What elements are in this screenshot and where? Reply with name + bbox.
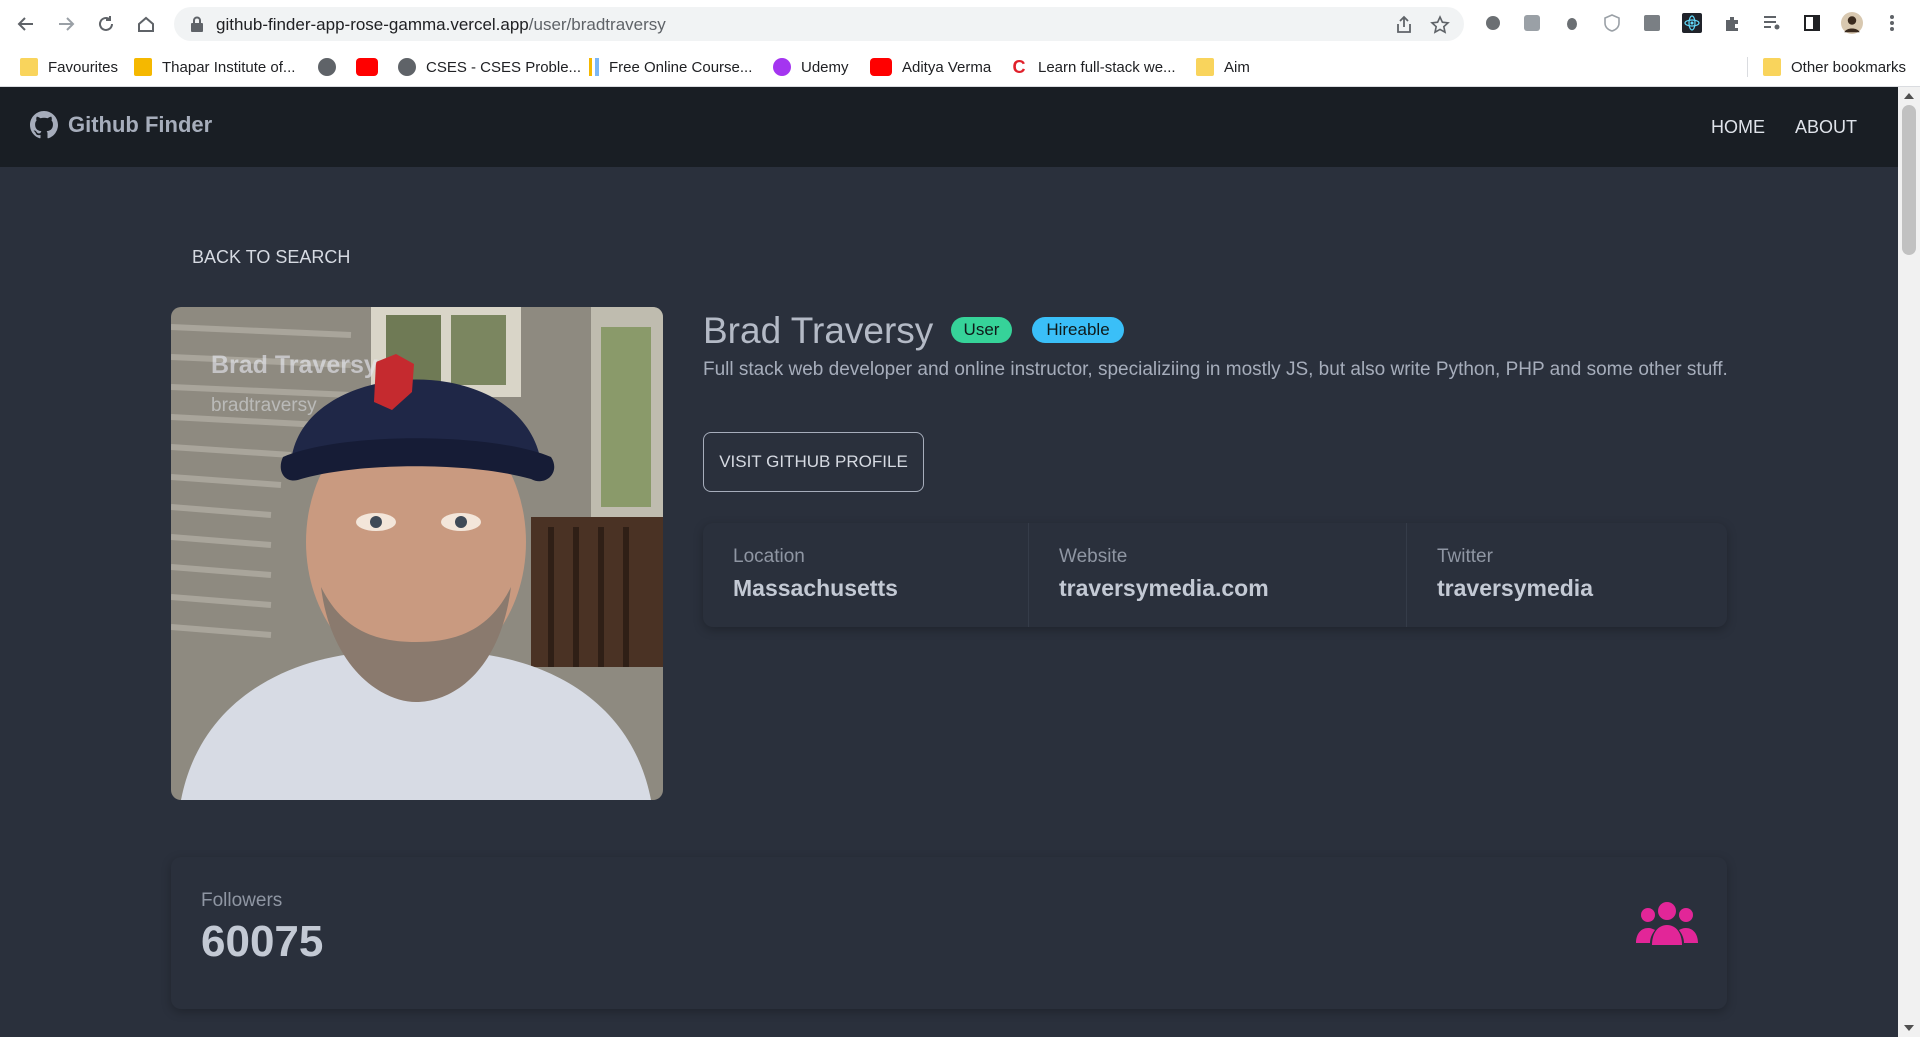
bookmark-label: Udemy: [801, 58, 849, 76]
bookmarks-divider: [1747, 57, 1748, 77]
scroll-up-arrow-icon[interactable]: [1904, 93, 1914, 99]
extension-bug-icon[interactable]: [1561, 12, 1583, 34]
folder-icon: [1763, 58, 1781, 76]
bookmark-label: Favourites: [48, 58, 119, 76]
browser-toolbar: github-finder-app-rose-gamma.vercel.app/…: [0, 0, 1920, 47]
brand-logo-link[interactable]: Github Finder: [30, 111, 212, 139]
extension-brain-icon[interactable]: [1482, 12, 1504, 34]
profile-avatar[interactable]: [1841, 12, 1863, 34]
visit-github-profile-button[interactable]: VISIT GITHUB PROFILE: [703, 432, 924, 492]
stat-value: Massachusetts: [733, 575, 898, 601]
home-icon[interactable]: [132, 10, 160, 38]
share-icon[interactable]: [1394, 15, 1414, 35]
url-text: github-finder-app-rose-gamma.vercel.app/…: [216, 15, 666, 34]
extension-shield-icon[interactable]: [1601, 12, 1623, 34]
stats-panel: Location Massachusetts Website traversym…: [703, 523, 1727, 627]
globe-icon: [398, 58, 416, 76]
followers-title: Followers: [201, 890, 283, 911]
reload-icon[interactable]: [92, 10, 120, 38]
codecademy-icon: C: [1012, 57, 1026, 77]
bookmarks-bar: Favourites Thapar Institute of... CSES -…: [0, 47, 1920, 87]
bookmark-label: Aditya Verma: [902, 58, 992, 76]
bookmark-star-icon[interactable]: [1430, 15, 1450, 35]
bookmark-free-online-course[interactable]: Free Online Course...: [589, 55, 752, 79]
stat-website: Website traversymedia.com: [1028, 523, 1406, 627]
stat-twitter: Twitter traversymedia: [1406, 523, 1727, 627]
bookmark-udemy[interactable]: Udemy: [773, 55, 849, 79]
brand-name: Github Finder: [68, 112, 213, 137]
bookmark-label: Learn full-stack we...: [1038, 58, 1176, 76]
bookmark-youtube[interactable]: [356, 55, 388, 79]
extension-cs-icon[interactable]: [1641, 12, 1663, 34]
bookmark-other-bookmarks[interactable]: Other bookmarks: [1763, 55, 1906, 79]
user-type-badge: User: [951, 317, 1012, 343]
back-arrow-icon[interactable]: [12, 10, 40, 38]
user-full-name: Brad Traversy: [703, 310, 934, 351]
bookmark-label: CSES - CSES Proble...: [426, 58, 582, 76]
back-to-search-link[interactable]: BACK TO SEARCH: [192, 247, 350, 268]
youtube-icon: [870, 58, 892, 76]
stat-location: Location Massachusetts: [703, 523, 1028, 627]
followers-count: 60075: [201, 917, 324, 966]
udemy-icon: [773, 58, 791, 76]
folder-icon: [1196, 58, 1214, 76]
avatar-overlay-login: bradtraversy: [211, 395, 317, 416]
bookmark-thapar[interactable]: Thapar Institute of...: [134, 55, 295, 79]
address-bar[interactable]: github-finder-app-rose-gamma.vercel.app/…: [174, 7, 1464, 41]
side-panel-icon[interactable]: [1801, 12, 1823, 34]
bookmark-label: Aim: [1224, 58, 1250, 76]
bookmark-label: Thapar Institute of...: [162, 58, 296, 76]
bookmark-cses[interactable]: CSES - CSES Proble...: [398, 55, 581, 79]
avatar-photo: [171, 307, 663, 800]
users-group-icon: [1636, 902, 1698, 945]
folder-icon: [20, 58, 38, 76]
user-bio: Full stack web developer and online inst…: [703, 359, 1728, 380]
scroll-down-arrow-icon[interactable]: [1904, 1025, 1914, 1031]
nav-about-link[interactable]: ABOUT: [1795, 117, 1857, 138]
stat-title: Location: [733, 546, 805, 567]
bookmark-aim[interactable]: Aim: [1196, 55, 1250, 79]
bookmark-label: Free Online Course...: [609, 58, 753, 76]
hireable-badge: Hireable: [1032, 317, 1124, 343]
globe-icon: [318, 58, 336, 76]
avatar-overlay-name: Brad Traversy: [211, 351, 378, 379]
thapar-icon: [134, 58, 152, 76]
avatar-card: Brad Traversy bradtraversy: [171, 307, 663, 800]
website-link[interactable]: traversymedia.com: [1059, 575, 1269, 602]
bookmark-aditya-verma[interactable]: Aditya Verma: [870, 55, 991, 79]
twitter-link[interactable]: traversymedia: [1437, 575, 1593, 602]
bookmark-favourites[interactable]: Favourites: [20, 55, 118, 79]
followers-stat-card: Followers 60075: [171, 857, 1727, 1009]
bookmark-label: Other bookmarks: [1791, 58, 1907, 76]
stat-title: Website: [1059, 546, 1128, 567]
page-scrollbar[interactable]: [1898, 87, 1920, 1037]
app-navbar: Github Finder HOME ABOUT: [0, 87, 1898, 167]
lock-icon: [190, 16, 204, 37]
stat-title: Twitter: [1437, 546, 1493, 567]
bookmark-globe[interactable]: [318, 55, 346, 79]
scroll-thumb[interactable]: [1902, 105, 1916, 255]
forward-arrow-icon[interactable]: [52, 10, 80, 38]
github-icon: [30, 111, 58, 139]
course-icon: [589, 58, 599, 76]
menu-kebab-icon[interactable]: [1881, 12, 1903, 34]
media-queue-icon[interactable]: [1761, 12, 1783, 34]
youtube-icon: [356, 58, 378, 76]
extension-grammar-icon[interactable]: [1521, 12, 1543, 34]
react-devtools-icon[interactable]: [1681, 12, 1703, 34]
nav-home-link[interactable]: HOME: [1711, 117, 1765, 138]
bookmark-learn-full-stack[interactable]: C Learn full-stack we...: [1010, 55, 1176, 79]
extensions-puzzle-icon[interactable]: [1721, 12, 1743, 34]
